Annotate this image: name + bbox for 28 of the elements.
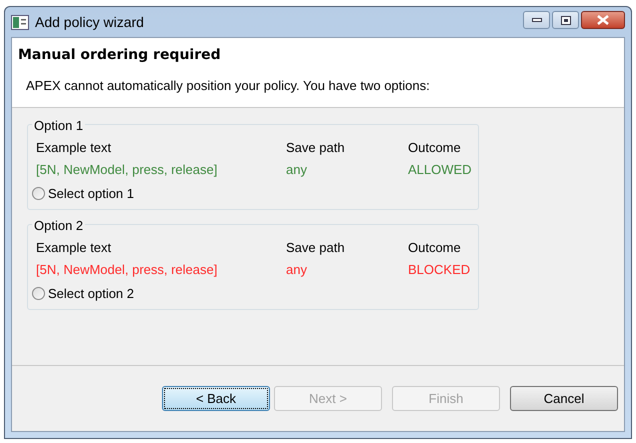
close-icon (597, 15, 609, 25)
restore-icon (560, 16, 570, 24)
column-header: Outcome (408, 139, 461, 157)
wizard-button[interactable]: < Back (162, 386, 270, 411)
window-title: Add policy wizard (35, 12, 144, 32)
radio-label: Select option 2 (48, 285, 134, 303)
example-value: any (286, 261, 307, 279)
column-header: Example text (36, 239, 112, 257)
column-header: Outcome (408, 239, 461, 257)
radio-label: Select option 1 (48, 185, 134, 203)
minimize-button[interactable] (523, 11, 550, 29)
wizard-button[interactable]: Cancel (510, 386, 618, 411)
example-value: BLOCKED (408, 261, 470, 279)
close-button[interactable] (581, 11, 625, 29)
page-description: APEX cannot automatically position your policy. You have two options: (25, 77, 430, 95)
column-header: Save path (286, 139, 345, 157)
radio-button[interactable] (32, 187, 45, 200)
example-value: any (286, 161, 307, 179)
minimize-icon (532, 18, 542, 22)
radio-button[interactable] (32, 287, 45, 300)
example-value: ALLOWED (408, 161, 472, 179)
maximize-button[interactable] (552, 11, 579, 29)
column-header: Example text (36, 139, 112, 157)
example-value: [5N, NewModel, press, release] (36, 161, 218, 179)
page-title: Manual ordering required (18, 46, 221, 65)
example-value: [5N, NewModel, press, release] (36, 261, 218, 279)
column-header: Save path (286, 239, 345, 257)
wizard-app-icon (11, 14, 29, 30)
